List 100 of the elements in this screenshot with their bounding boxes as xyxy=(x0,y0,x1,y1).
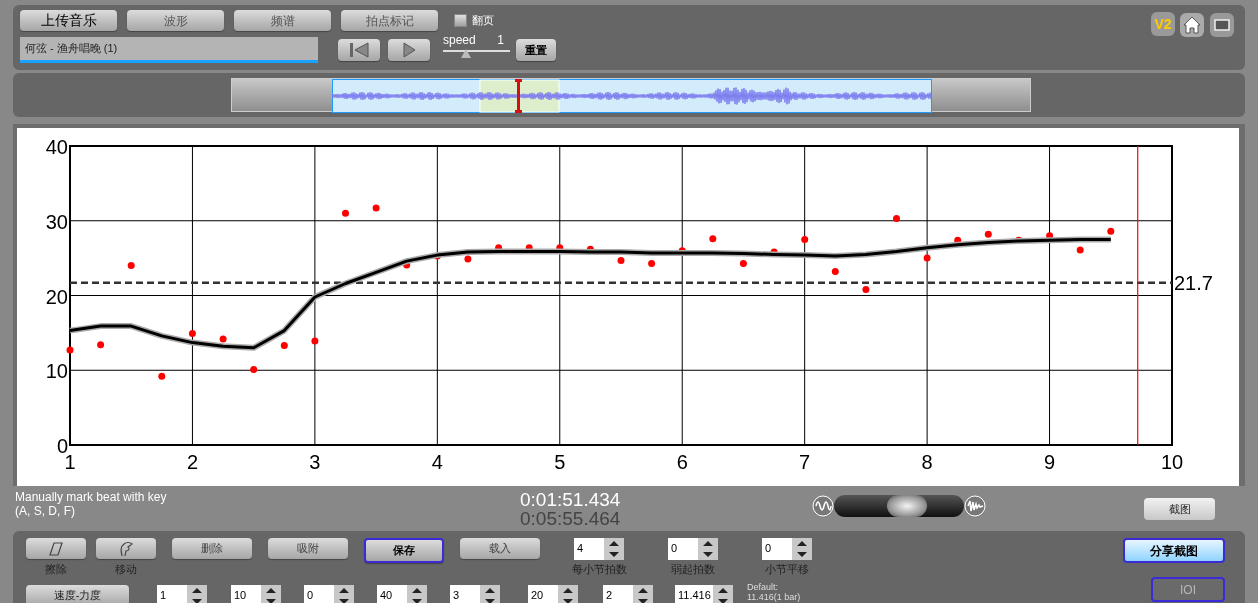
hint-text: Manually mark beat with key xyxy=(15,490,168,504)
field-caption: 每小节拍数 xyxy=(571,562,627,577)
x-tick-label: 6 xyxy=(676,451,688,473)
number-field[interactable]: 1 xyxy=(157,585,187,603)
y-tick-label: 0 xyxy=(56,435,68,457)
hint-keys: (A, S, D, F) xyxy=(15,504,415,518)
slider-thumb[interactable] xyxy=(887,495,928,517)
screenshot-button[interactable]: 截图 xyxy=(1144,498,1216,520)
page-flip-label: 翻页 xyxy=(472,13,494,29)
share-screenshot-button[interactable]: 分享截图 xyxy=(1123,538,1225,563)
slider-thumb[interactable] xyxy=(461,48,472,58)
play-icon xyxy=(401,42,417,58)
stepper-arrows-icon[interactable] xyxy=(558,585,578,603)
number-field[interactable]: 11.416 xyxy=(675,585,713,603)
sine-wave-icon[interactable] xyxy=(812,495,835,517)
x-tick-label: 10 xyxy=(1160,451,1184,473)
stepper-arrows-icon[interactable] xyxy=(187,585,207,603)
beat-point xyxy=(280,342,288,350)
waveform-style-slider[interactable] xyxy=(834,495,965,517)
tool-button[interactable]: 删除 xyxy=(172,538,252,559)
beat-point xyxy=(617,256,625,264)
x-tick-label: 2 xyxy=(186,451,198,473)
page-flip-checkbox[interactable] xyxy=(454,14,467,27)
toolbar-button[interactable]: 波形 xyxy=(127,10,224,31)
beat-point xyxy=(739,259,747,267)
beat-point xyxy=(954,236,962,244)
toolbar-button[interactable]: 频谱 xyxy=(234,10,331,31)
beat-point xyxy=(219,335,227,343)
beat-point xyxy=(1107,227,1115,235)
number-field[interactable]: 0 xyxy=(668,538,698,560)
default-note: Default: xyxy=(747,582,780,592)
default-note: 11.416(1 bar) xyxy=(747,592,801,602)
current-time: 0:01:51.434 xyxy=(520,490,621,509)
beat-point xyxy=(311,337,319,345)
beat-point xyxy=(403,261,411,269)
stepper-arrows-icon[interactable] xyxy=(713,585,733,603)
y-tick-label: 20 xyxy=(45,285,68,308)
number-field[interactable]: 2 xyxy=(603,585,633,603)
tool-button[interactable]: 载入 xyxy=(460,538,540,559)
beat-point xyxy=(342,209,349,217)
tool-button[interactable] xyxy=(96,538,156,559)
waveform-overview[interactable] xyxy=(231,78,1031,112)
x-tick-label: 8 xyxy=(921,451,933,473)
number-field[interactable]: 0 xyxy=(762,538,792,560)
tool-button[interactable]: 保存 xyxy=(364,538,444,563)
y-tick-label: 30 xyxy=(45,210,68,233)
beat-point xyxy=(158,372,166,380)
number-field[interactable]: 10 xyxy=(231,585,261,603)
tool-button[interactable]: 吸附 xyxy=(268,538,348,559)
track-name-field[interactable]: 何弦 - 渔舟唱晚 (1) xyxy=(20,37,318,63)
stepper-arrows-icon[interactable] xyxy=(604,538,624,560)
beat-point xyxy=(923,254,931,262)
total-time: 0:05:55.464 xyxy=(520,509,621,528)
beat-point xyxy=(984,230,992,238)
stepper-arrows-icon[interactable] xyxy=(792,538,812,560)
beat-point xyxy=(1046,232,1054,240)
beat-point xyxy=(66,346,74,354)
stepper-arrows-icon[interactable] xyxy=(407,585,427,603)
beat-point xyxy=(250,366,258,373)
number-field[interactable]: 0 xyxy=(304,585,334,603)
beat-point xyxy=(893,215,900,222)
stepper-arrows-icon[interactable] xyxy=(633,585,653,603)
tempo-dynamics-button[interactable]: 速度-力度 xyxy=(26,585,129,603)
tool-caption: 移动 xyxy=(115,562,137,577)
number-field[interactable]: 4 xyxy=(574,538,604,560)
previous-button[interactable] xyxy=(338,39,380,61)
stepper-arrows-icon[interactable] xyxy=(334,585,354,603)
speed-label: speed xyxy=(443,33,476,47)
skip-back-icon xyxy=(348,42,370,58)
fullscreen-icon[interactable] xyxy=(1209,12,1235,38)
play-button[interactable] xyxy=(388,39,430,61)
beat-point xyxy=(801,235,809,243)
tool-button[interactable] xyxy=(26,538,86,559)
y-tick-label: 40 xyxy=(45,136,68,158)
number-field[interactable]: 40 xyxy=(377,585,407,603)
beat-point xyxy=(831,268,839,276)
stepper-arrows-icon[interactable] xyxy=(261,585,281,603)
beat-point xyxy=(648,259,656,267)
stepper-arrows-icon[interactable] xyxy=(698,538,718,560)
y-tick-label: 10 xyxy=(45,360,68,383)
stepper-arrows-icon[interactable] xyxy=(480,585,500,603)
toolbar-button[interactable]: 拍点标记 xyxy=(341,10,438,31)
x-tick-label: 4 xyxy=(431,451,443,473)
speed-value: 1 xyxy=(497,33,505,47)
beat-point xyxy=(127,262,135,270)
noise-wave-icon[interactable] xyxy=(964,495,987,517)
number-field[interactable]: 20 xyxy=(528,585,558,603)
home-icon[interactable] xyxy=(1179,12,1205,38)
reset-button[interactable]: 重置 xyxy=(516,39,556,61)
x-tick-label: 7 xyxy=(799,451,811,473)
toolbar-button[interactable]: 上传音乐 xyxy=(20,10,117,31)
hand-icon xyxy=(118,540,134,557)
x-tick-label: 5 xyxy=(554,451,566,473)
beat-point xyxy=(709,235,717,243)
beat-point xyxy=(188,330,196,338)
x-tick-label: 3 xyxy=(309,451,321,473)
playhead-marker[interactable] xyxy=(515,79,522,113)
field-caption: 弱起拍数 xyxy=(671,562,715,577)
number-field[interactable]: 3 xyxy=(450,585,480,603)
field-caption: 小节平移 xyxy=(765,562,809,577)
